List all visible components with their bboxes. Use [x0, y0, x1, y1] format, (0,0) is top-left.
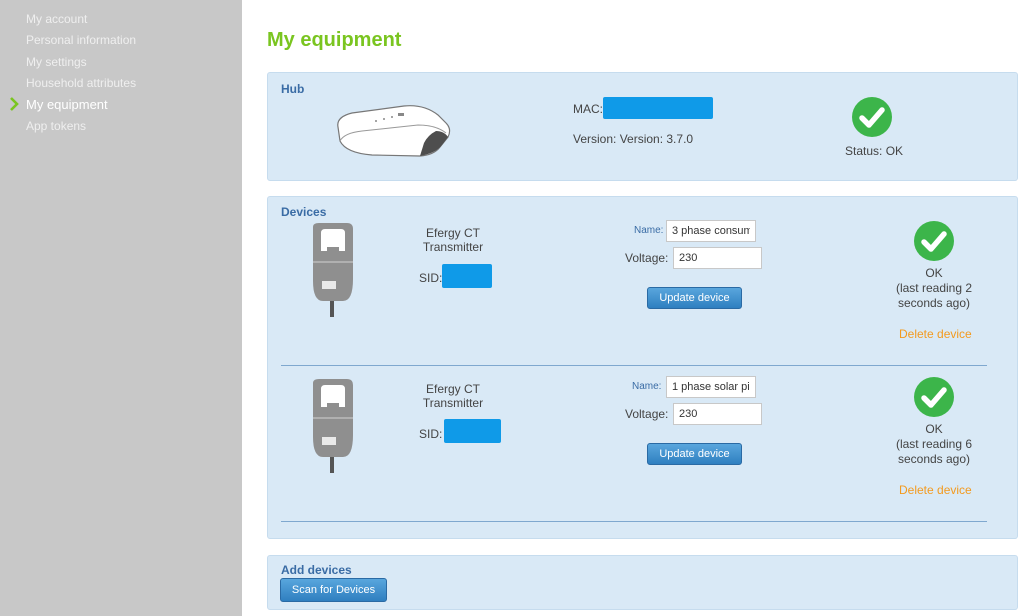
hub-version: Version: Version: 3.7.0 — [573, 132, 694, 146]
scan-for-devices-button[interactable]: Scan for Devices — [280, 578, 387, 602]
device-model-line1: Efergy CT — [425, 226, 480, 240]
device-status-seconds: seconds ago) — [897, 452, 971, 466]
sidebar-item-household-attributes[interactable]: Household attributes — [26, 76, 136, 90]
device-model-line2: Transmitter — [422, 240, 484, 254]
hub-mac-label: MAC: — [573, 102, 603, 116]
device-row: Efergy CT Transmitter SID: Name: Voltage… — [268, 353, 1019, 523]
update-device-button[interactable]: Update device — [647, 443, 742, 465]
update-device-button[interactable]: Update device — [647, 287, 742, 309]
device-model-line2: Transmitter — [422, 396, 484, 410]
hub-status-check-icon — [852, 97, 892, 137]
add-devices-panel: Add devices Scan for Devices — [267, 555, 1018, 610]
device-name-label: Name: — [632, 381, 662, 392]
delete-device-link[interactable]: Delete device — [899, 327, 972, 341]
device-voltage-input[interactable] — [673, 247, 762, 269]
device-voltage-label: Voltage: — [625, 251, 669, 265]
hub-status-text: Status: OK — [845, 144, 904, 158]
device-divider — [281, 521, 987, 522]
device-name-label: Name: — [634, 225, 664, 236]
hub-panel: Hub MAC: Version: Version: 3.7.0 Status:… — [267, 72, 1018, 181]
device-model-line1: Efergy CT — [425, 382, 480, 396]
sidebar: My account Personal information My setti… — [0, 0, 242, 616]
device-name-input[interactable] — [666, 376, 756, 398]
main-content: My equipment Hub MAC: Version: Version: … — [242, 0, 1024, 616]
delete-device-link[interactable]: Delete device — [899, 483, 972, 497]
hub-device-image — [337, 105, 451, 157]
device-status-check-icon — [914, 377, 954, 417]
sidebar-item-my-settings[interactable]: My settings — [26, 55, 87, 69]
device-row: Efergy CT Transmitter SID: Name: Voltage… — [268, 197, 1019, 367]
sidebar-item-my-account[interactable]: My account — [26, 12, 87, 26]
devices-panel: Devices Efergy CT Transmitter SID: Name:… — [267, 196, 1018, 539]
device-status-ok: OK — [925, 422, 943, 436]
sid-redaction — [444, 419, 501, 443]
device-voltage-label: Voltage: — [625, 407, 669, 421]
sidebar-item-my-equipment[interactable]: My equipment — [26, 97, 108, 112]
device-status-ok: OK — [925, 266, 943, 280]
device-voltage-input[interactable] — [673, 403, 762, 425]
device-status-check-icon — [914, 221, 954, 261]
device-sid-label: SID: — [419, 271, 443, 285]
chevron-right-icon — [10, 97, 19, 111]
mac-redaction — [603, 97, 713, 119]
ct-transmitter-image — [313, 223, 353, 317]
sidebar-item-personal-information[interactable]: Personal information — [26, 33, 136, 47]
page-title: My equipment — [267, 29, 402, 51]
device-status-reading: (last reading 6 — [895, 437, 973, 451]
hub-panel-title: Hub — [281, 82, 305, 96]
ct-transmitter-image — [313, 379, 353, 473]
add-devices-title: Add devices — [281, 563, 352, 577]
sid-redaction — [442, 264, 492, 288]
device-status-seconds: seconds ago) — [897, 296, 971, 310]
device-sid-label: SID: — [419, 427, 443, 441]
sidebar-item-app-tokens[interactable]: App tokens — [26, 119, 86, 133]
device-status-reading: (last reading 2 — [895, 281, 973, 295]
device-name-input[interactable] — [666, 220, 756, 242]
